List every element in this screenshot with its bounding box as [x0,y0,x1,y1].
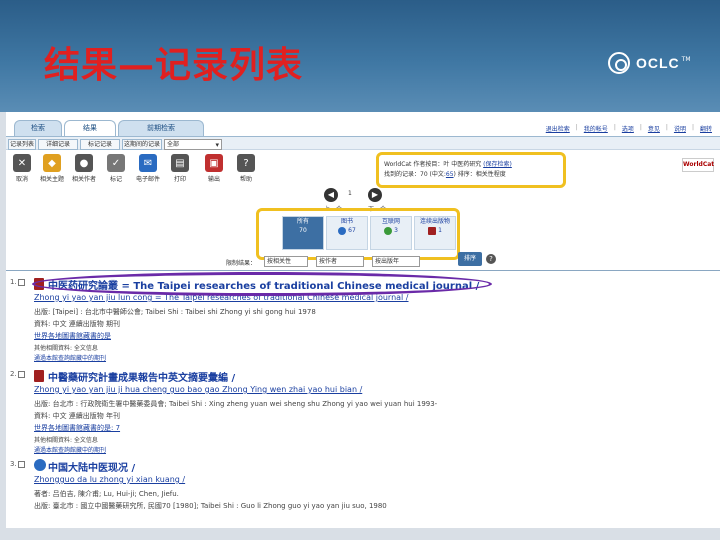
highlight-search-summary [376,152,566,188]
toolbar: ✕ 取消 ◆ 相关主题 ● 相关作者 ✓ 标记 ✉ 电子邮件 ▤ 打印 ▣ 输出… [6,152,376,188]
link-translate[interactable]: 翻转 [700,124,712,133]
help-icon: ? [237,154,255,172]
tab-results[interactable]: 结果 [64,120,116,136]
sort-select-2[interactable]: 按作者 [316,256,364,267]
result-format: 資料: 中文 連續出版物 年刊 [34,412,121,420]
export-icon: ▣ [205,154,223,172]
book-icon [34,370,44,382]
next-arrow-icon[interactable]: ▶ [368,188,382,202]
result-publisher: 出版: 台北市 : 行政院衛生署中醫藥委員會; Taibei Shi : Xin… [34,400,438,408]
result-local-link[interactable]: 通過本館查詢館藏中的期刊 [34,353,106,362]
result-checkbox[interactable] [18,461,25,468]
result-extra: 其他相關資料: 全文信息 [34,437,98,444]
tool-export[interactable]: ▣ 输出 [198,154,230,183]
tab-previous-searches[interactable]: 前期检索 [118,120,204,136]
result-format: 資料: 中文 連續出版物 期刊 [34,320,121,328]
highlight-facets [256,208,460,260]
link-help[interactable]: 说明 [674,124,686,133]
slide-header: 结果—记录列表 OCLC TM [0,0,720,112]
result-author: 著者: 吕伯吉, 陳介甫; Lu, Hui-ji; Chen, Jiefu. [34,490,179,498]
sort-select-1[interactable]: 按相关性 [264,256,308,267]
subbar-select[interactable]: 全部 [164,139,222,150]
result-pinyin[interactable]: Zhongguo da lu zhong yi xian kuang / [34,475,185,484]
page-number: 1 [348,190,352,197]
subtab-list[interactable]: 记录列表 [8,139,36,150]
main-tabs: 检索 结果 前期检索 退出检索 | 我的帐号 | 选项 | 意见 | 说明 | 翻转 [6,120,720,136]
results-divider [6,270,720,271]
subtab-detail[interactable]: 详细记录 [38,139,78,150]
result-title[interactable]: 中醫藥研究計畫成果報告中英文摘要彙編 / [48,369,235,384]
top-links: 退出检索 | 我的帐号 | 选项 | 意见 | 说明 | 翻转 [545,124,712,133]
result-holdings-link[interactable]: 世界各地圖書館藏書的是 [34,331,111,341]
tool-help[interactable]: ? 帮助 [230,154,262,183]
x-icon: ✕ [13,154,31,172]
printer-icon: ▤ [171,154,189,172]
result-publisher: 出版: 臺北市 : 國立中國醫藥研究所, 民國70 [1980]; Taibei… [34,502,387,510]
tool-cancel[interactable]: ✕ 取消 [6,154,38,183]
prev-arrow-icon[interactable]: ◀ [324,188,338,202]
person-icon: ● [75,154,93,172]
sort-label: 限制结果： [226,260,257,267]
firstsearch-screenshot: 检索 结果 前期检索 退出检索 | 我的帐号 | 选项 | 意见 | 说明 | 翻转 记录… [6,112,720,528]
oclc-logo-icon [608,52,630,74]
help-icon[interactable]: ? [486,254,496,264]
result-title[interactable]: 中国大陆中医现况 / [48,459,135,474]
result-extra: 其他相關資料: 全文信息 [34,345,98,352]
tag-icon: ◆ [43,154,61,172]
result-number: 2. [10,370,17,378]
sub-tab-bar: 记录列表 详细记录 标记记录 这期间的记录 全部 [6,136,720,150]
oclc-logo-text: OCLC [636,55,680,71]
link-options[interactable]: 选项 [622,124,634,133]
oclc-logo-tm: TM [681,55,691,63]
sort-select-3[interactable]: 按出版年 [372,256,420,267]
check-icon: ✓ [107,154,125,172]
result-number: 1. [10,278,17,286]
subtab-marked[interactable]: 标记记录 [80,139,120,150]
result-pinyin[interactable]: Zhong yi yao yan jiu ji hua cheng guo ba… [34,385,362,394]
tool-email[interactable]: ✉ 电子邮件 [132,154,164,183]
tool-print[interactable]: ▤ 打印 [164,154,196,183]
worldcat-badge: WorldCat [682,158,714,172]
tool-related-subjects[interactable]: ◆ 相关主题 [36,154,68,183]
slide-title: 结果—记录列表 [44,44,304,86]
sort-button[interactable]: 排序 [458,252,482,266]
tool-related-authors[interactable]: ● 相关作者 [68,154,100,183]
oclc-logo: OCLC TM [608,52,691,74]
highlight-first-title [32,272,492,296]
link-account[interactable]: 我的帐号 [584,124,608,133]
mail-icon: ✉ [139,154,157,172]
result-checkbox[interactable] [18,371,25,378]
result-checkbox[interactable] [18,279,25,286]
result-number: 3. [10,460,17,468]
tab-search[interactable]: 检索 [14,120,62,136]
result-publisher: 出版: [Taipei] : 台北市中醫師公會; Taibei Shi : Ta… [34,308,316,316]
result-local-link[interactable]: 通過本館查詢館藏中的期刊 [34,445,106,454]
tool-mark[interactable]: ✓ 标记 [100,154,132,183]
result-holdings-link[interactable]: 世界各地圖書館藏書的是: 7 [34,423,120,433]
globe-icon [34,459,46,471]
slide-footer [0,528,720,540]
link-comments[interactable]: 意见 [648,124,660,133]
link-exit[interactable]: 退出检索 [546,124,570,133]
subtab-session[interactable]: 这期间的记录 [122,139,162,150]
